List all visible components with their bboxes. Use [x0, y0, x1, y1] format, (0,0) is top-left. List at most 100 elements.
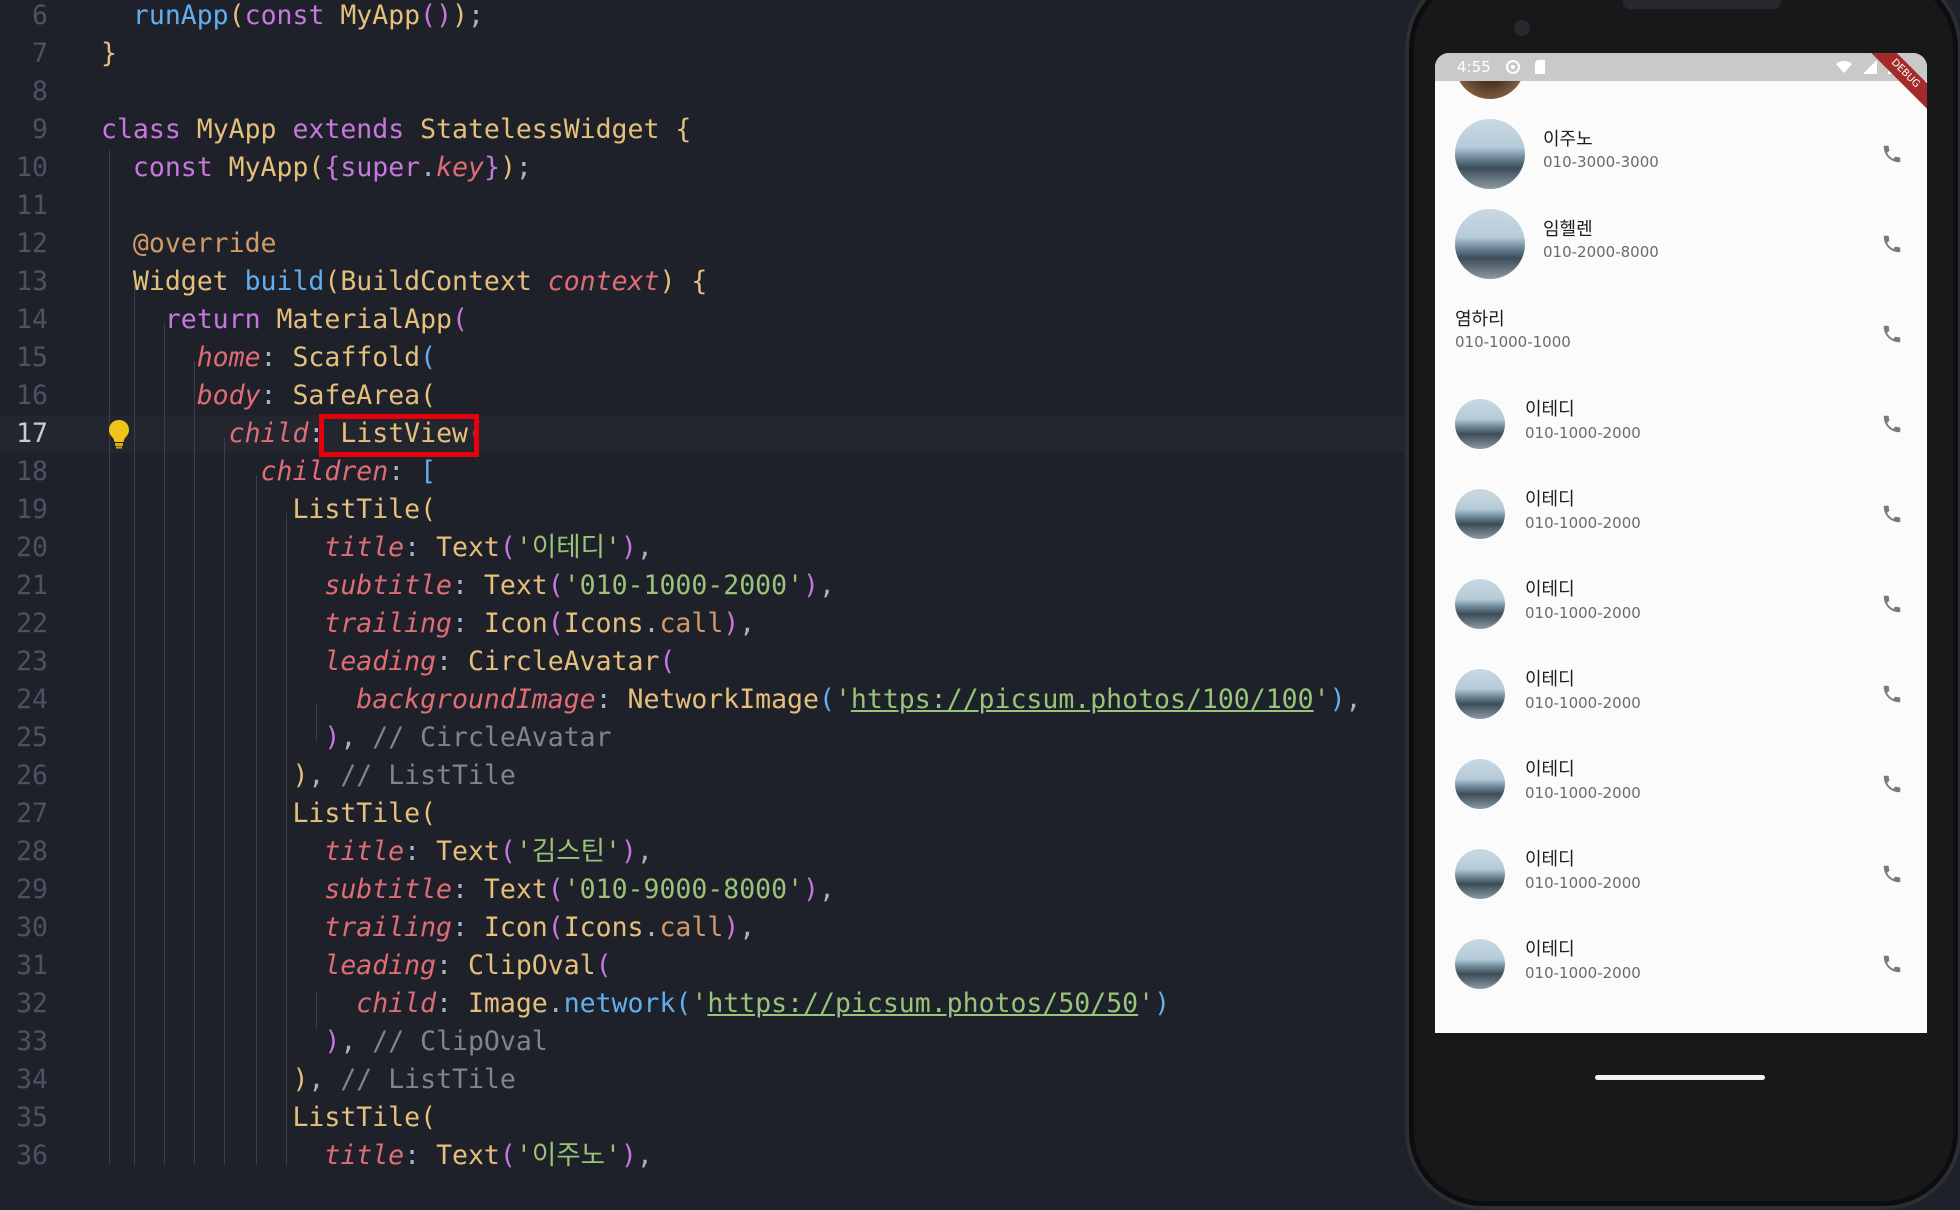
- call-icon[interactable]: [1881, 503, 1903, 525]
- phone-screen[interactable]: 김스틴010-9000-8000이주노010-3000-3000임헬렌010-2…: [1435, 53, 1927, 1033]
- code-line[interactable]: 34 ), // ListTile: [0, 1061, 1405, 1099]
- code-line[interactable]: 22 trailing: Icon(Icons.call),: [0, 605, 1405, 643]
- code-line[interactable]: 29 subtitle: Text('010-9000-8000'),: [0, 871, 1405, 909]
- code-token: https://picsum.photos/50/50: [707, 988, 1139, 1019]
- contact-phone-number: 010-1000-2000: [1525, 514, 1641, 532]
- code-token: // ListTile: [340, 1064, 516, 1095]
- line-number: 7: [32, 38, 48, 69]
- code-token: ): [723, 608, 740, 639]
- code-line[interactable]: 17 child: ListView(: [0, 415, 1405, 453]
- code-text: backgroundImage: NetworkImage('https://p…: [101, 681, 1361, 719]
- contact-list-tile[interactable]: 이주노 010-3000-3000: [1435, 109, 1927, 199]
- code-token: CircleAvatar: [467, 646, 660, 677]
- code-token: context: [547, 266, 660, 297]
- code-line[interactable]: 20 title: Text('이테디'),: [0, 529, 1405, 567]
- code-token: subtitle: [101, 874, 452, 905]
- line-number: 9: [32, 114, 48, 145]
- code-line[interactable]: 15 home: Scaffold(: [0, 339, 1405, 377]
- line-number: 8: [32, 76, 48, 107]
- wifi-icon: [1836, 61, 1853, 73]
- code-editor[interactable]: 6 runApp(const MyApp()); 7} 8 9 class MyApp …: [0, 0, 1405, 1171]
- code-line[interactable]: 36 title: Text('이주노'),: [0, 1137, 1405, 1175]
- code-token: :: [452, 912, 484, 943]
- call-icon[interactable]: [1881, 323, 1903, 345]
- code-line[interactable]: 19 ListTile(: [0, 491, 1405, 529]
- contact-avatar: [1455, 939, 1505, 989]
- code-line[interactable]: 16 body: SafeArea(: [0, 377, 1405, 415]
- code-line[interactable]: 28 title: Text('김스틴'),: [0, 833, 1405, 871]
- code-line[interactable]: 13 Widget build(BuildContext context) {: [0, 263, 1405, 301]
- line-number: 32: [16, 988, 48, 1019]
- lightbulb-icon[interactable]: [108, 419, 130, 449]
- code-line[interactable]: 27 ListTile(: [0, 795, 1405, 833]
- code-line[interactable]: 18 children: [: [0, 453, 1405, 491]
- code-line[interactable]: 6 runApp(const MyApp());: [0, 0, 1405, 35]
- code-token: (: [308, 152, 325, 183]
- contact-list-tile[interactable]: 임헬렌 010-2000-8000: [1435, 199, 1927, 289]
- line-number: 20: [16, 532, 48, 563]
- contact-list-tile[interactable]: 이테디 010-1000-2000: [1435, 559, 1927, 649]
- code-token: .: [547, 988, 564, 1019]
- line-number: 22: [16, 608, 48, 639]
- code-line[interactable]: 23 leading: CircleAvatar(: [0, 643, 1405, 681]
- call-icon[interactable]: [1881, 863, 1903, 885]
- line-number: 19: [16, 494, 48, 525]
- code-line[interactable]: 30 trailing: Icon(Icons.call),: [0, 909, 1405, 947]
- contact-phone-number: 010-1000-1000: [1455, 333, 1571, 351]
- contact-avatar: [1455, 209, 1525, 279]
- contact-phone-number: 010-3000-3000: [1543, 153, 1659, 171]
- code-line[interactable]: 31 leading: ClipOval(: [0, 947, 1405, 985]
- call-icon[interactable]: [1881, 413, 1903, 435]
- code-token: subtitle: [101, 570, 452, 601]
- call-icon[interactable]: [1881, 143, 1903, 165]
- contact-list-tile[interactable]: 이테디 010-1000-2000: [1435, 919, 1927, 1009]
- code-token: '김스틴': [515, 836, 621, 867]
- code-token: ): [723, 912, 740, 943]
- contact-list-tile[interactable]: 이테디 010-1000-2000: [1435, 649, 1927, 739]
- line-number: 29: [16, 874, 48, 905]
- code-line[interactable]: 26 ), // ListTile: [0, 757, 1405, 795]
- code-token: class: [101, 114, 197, 145]
- contact-list-tile[interactable]: 이테디 010-1000-2000: [1435, 739, 1927, 829]
- call-icon[interactable]: [1881, 773, 1903, 795]
- code-token: (: [547, 912, 564, 943]
- code-line[interactable]: 12 @override: [0, 225, 1405, 263]
- code-token: '010-1000-2000': [563, 570, 804, 601]
- code-token: ): [1329, 684, 1346, 715]
- contact-list-tile[interactable]: 염하리 010-1000-1000: [1435, 289, 1927, 379]
- home-indicator[interactable]: [1595, 1075, 1765, 1080]
- line-number: 27: [16, 798, 48, 829]
- code-token: body: [101, 380, 261, 411]
- contact-list-tile[interactable]: 이테디 010-1000-2000: [1435, 829, 1927, 919]
- contact-list-tile[interactable]: 이테디 010-1000-2000: [1435, 379, 1927, 469]
- call-icon[interactable]: [1881, 593, 1903, 615]
- code-line[interactable]: 7}: [0, 35, 1405, 73]
- code-token: Icon: [483, 912, 548, 943]
- indent-guide: [224, 437, 225, 1165]
- contact-list-tile[interactable]: 이테디 010-1000-2000: [1435, 469, 1927, 559]
- code-token: (: [420, 798, 437, 829]
- code-token: ,: [636, 836, 653, 867]
- code-line[interactable]: 32 child: Image.network('https://picsum.…: [0, 985, 1405, 1023]
- code-line[interactable]: 21 subtitle: Text('010-1000-2000'),: [0, 567, 1405, 605]
- code-line[interactable]: 33 ), // ClipOval: [0, 1023, 1405, 1061]
- code-token: MyApp: [228, 152, 309, 183]
- code-line[interactable]: 25 ), // CircleAvatar: [0, 719, 1405, 757]
- code-line[interactable]: 10 const MyApp({super.key});: [0, 149, 1405, 187]
- contact-name: 이테디: [1525, 399, 1575, 420]
- call-icon[interactable]: [1881, 683, 1903, 705]
- line-number: 23: [16, 646, 48, 677]
- code-token: SafeArea: [292, 380, 421, 411]
- code-line[interactable]: 14 return MaterialApp(: [0, 301, 1405, 339]
- call-icon[interactable]: [1881, 233, 1903, 255]
- code-line[interactable]: 9 class MyApp extends StatelessWidget {: [0, 111, 1405, 149]
- code-line[interactable]: 11: [0, 187, 1405, 225]
- code-token: ): [620, 532, 637, 563]
- phone-frame: 김스틴010-9000-8000이주노010-3000-3000임헬렌010-2…: [1405, 0, 1960, 1210]
- call-icon[interactable]: [1881, 953, 1903, 975]
- code-line[interactable]: 35 ListTile(: [0, 1099, 1405, 1137]
- code-line[interactable]: 24 backgroundImage: NetworkImage('https:…: [0, 681, 1405, 719]
- code-line[interactable]: 8: [0, 73, 1405, 111]
- code-token: :: [404, 836, 437, 867]
- code-token: network: [563, 988, 676, 1019]
